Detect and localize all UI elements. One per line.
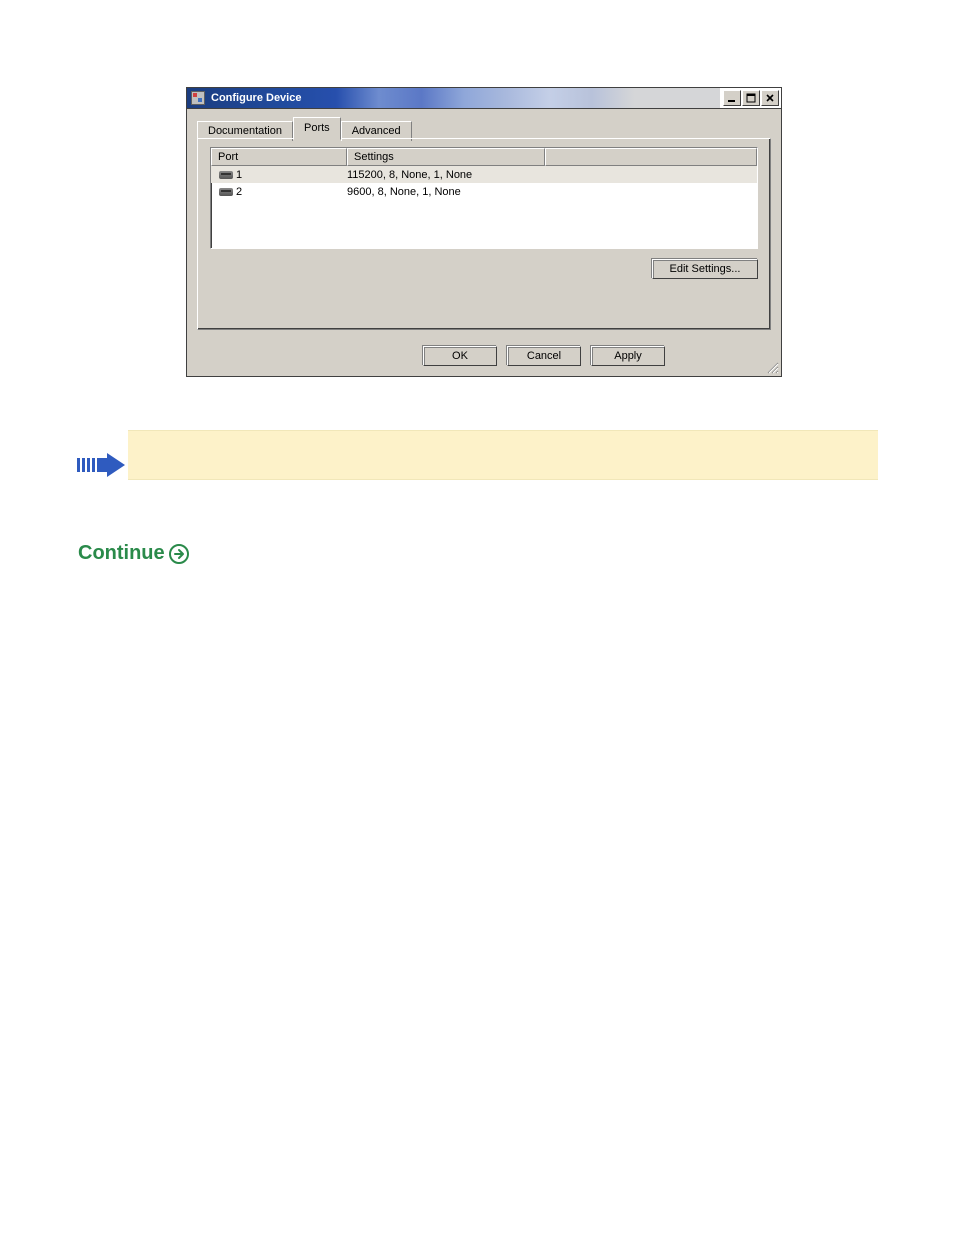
listview-header: Port Settings (211, 148, 757, 166)
port-settings: 9600, 8, None, 1, None (347, 185, 545, 199)
list-row[interactable]: 2 9600, 8, None, 1, None (211, 183, 757, 200)
tab-strip: Documentation Ports Advanced (197, 117, 412, 140)
port-number: 2 (236, 186, 242, 198)
apply-button[interactable]: Apply (591, 346, 665, 366)
continue-link[interactable]: Continue (78, 542, 189, 565)
continue-label: Continue (78, 542, 165, 565)
edit-settings-button[interactable]: Edit Settings... (652, 259, 758, 279)
tab-ports[interactable]: Ports (293, 117, 341, 140)
list-row[interactable]: 1 115200, 8, None, 1, None (211, 166, 757, 183)
configure-device-dialog: Configure Device Documentation Ports Adv… (186, 87, 782, 376)
ok-button[interactable]: OK (423, 346, 497, 366)
note-arrow-icon (77, 453, 125, 480)
continue-arrow-icon (169, 544, 189, 564)
column-header-settings[interactable]: Settings (347, 148, 545, 166)
port-icon (219, 188, 233, 196)
maximize-button[interactable] (742, 90, 760, 106)
column-header-port[interactable]: Port (211, 148, 347, 166)
titlebar[interactable]: Configure Device (186, 87, 782, 108)
ports-panel: Port Settings 1 115200, 8, None, 1, None (197, 138, 771, 330)
window-controls (720, 88, 781, 108)
column-header-spacer (545, 148, 757, 166)
dialog-button-row: OK Cancel Apply (423, 346, 665, 366)
port-icon (219, 171, 233, 179)
note-band (128, 430, 878, 480)
cancel-button[interactable]: Cancel (507, 346, 581, 366)
app-icon (191, 91, 205, 105)
close-button[interactable] (761, 90, 779, 106)
minimize-button[interactable] (723, 90, 741, 106)
dialog-title: Configure Device (209, 92, 301, 104)
resize-grip[interactable] (765, 360, 779, 374)
port-settings: 115200, 8, None, 1, None (347, 168, 545, 182)
ports-listview[interactable]: Port Settings 1 115200, 8, None, 1, None (210, 147, 758, 249)
port-number: 1 (236, 169, 242, 181)
